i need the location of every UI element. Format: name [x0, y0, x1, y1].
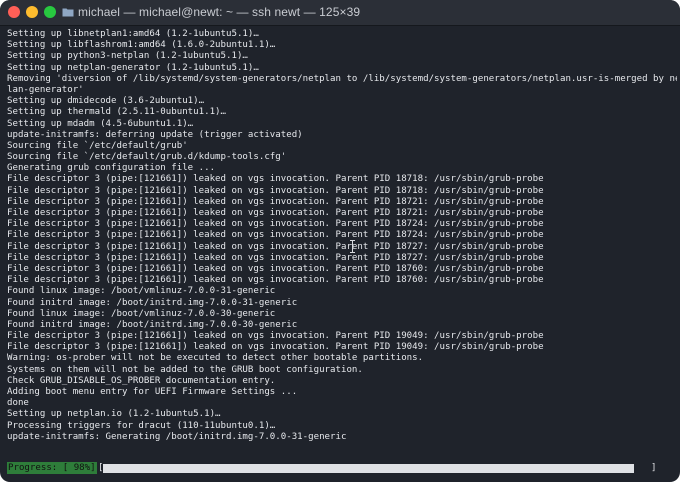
- terminal-line: update-initramfs: Generating /boot/initr…: [7, 431, 347, 442]
- terminal-line: Warning: os-prober will not be executed …: [7, 353, 424, 364]
- terminal-line: Found linux image: /boot/vmlinuz-7.0.0-3…: [7, 308, 276, 319]
- terminal-line: Processing triggers for dracut (110-11ub…: [7, 420, 276, 431]
- terminal-line: Generating grub configuration file ...: [7, 163, 216, 174]
- window-title: michael — michael@newt: ~ — ssh newt — 1…: [78, 5, 361, 19]
- terminal-line: Setting up thermald (2.5.11-0ubuntu1.1)…: [7, 107, 226, 118]
- terminal-line: File descriptor 3 (pipe:[121661]) leaked…: [7, 219, 544, 230]
- terminal-line: Setting up netplan-generator (1.2-1ubunt…: [7, 62, 259, 73]
- terminal-line: File descriptor 3 (pipe:[121661]) leaked…: [7, 196, 544, 207]
- terminal-line: File descriptor 3 (pipe:[121661]) leaked…: [7, 241, 544, 252]
- terminal-line: File descriptor 3 (pipe:[121661]) leaked…: [7, 275, 544, 286]
- terminal-line: File descriptor 3 (pipe:[121661]) leaked…: [7, 263, 544, 274]
- terminal-line: Setting up libnetplan1:amd64 (1.2-1ubunt…: [7, 29, 259, 39]
- progress-close-bracket: ]: [651, 463, 657, 473]
- terminal-line: lan-generator': [7, 84, 84, 95]
- terminal-line: Setting up mdadm (4.5-6ubuntu1.1)…: [7, 118, 194, 129]
- terminal-line: Adding boot menu entry for UEFI Firmware…: [7, 387, 298, 397]
- terminal-line: Setting up python3-netplan (1.2-1ubuntu5…: [7, 51, 248, 62]
- terminal-line: Sourcing file `/etc/default/grub': [7, 140, 188, 151]
- terminal-line: update-initramfs: deferring update (trig…: [7, 129, 303, 140]
- terminal-line: File descriptor 3 (pipe:[121661]) leaked…: [7, 342, 544, 353]
- folder-icon: [62, 8, 74, 17]
- terminal-output[interactable]: Setting up libnetplan1:amd64 (1.2-1ubunt…: [7, 29, 677, 459]
- terminal-line: File descriptor 3 (pipe:[121661]) leaked…: [7, 208, 544, 218]
- terminal-line: done: [7, 398, 29, 409]
- terminal-line: File descriptor 3 (pipe:[121661]) leaked…: [7, 174, 544, 185]
- terminal-line: Removing 'diversion of /lib/systemd/syst…: [7, 73, 677, 84]
- terminal-line: Found linux image: /boot/vmlinuz-7.0.0-3…: [7, 286, 276, 297]
- terminal-line: File descriptor 3 (pipe:[121661]) leaked…: [7, 230, 544, 241]
- terminal-line: File descriptor 3 (pipe:[121661]) leaked…: [7, 252, 544, 263]
- i-beam-cursor-icon: [350, 240, 355, 253]
- terminal-line: Check GRUB_DISABLE_OS_PROBER documentati…: [7, 375, 276, 386]
- minimize-window-button[interactable]: [26, 6, 38, 18]
- terminal-line: File descriptor 3 (pipe:[121661]) leaked…: [7, 331, 544, 342]
- zoom-window-button[interactable]: [44, 6, 56, 18]
- progress-bar: [103, 464, 645, 473]
- terminal-line: Setting up dmidecode (3.6-2ubuntu1)…: [7, 96, 205, 107]
- title-bar[interactable]: michael — michael@newt: ~ — ssh newt — 1…: [0, 0, 680, 26]
- terminal-window: michael — michael@newt: ~ — ssh newt — 1…: [0, 0, 680, 482]
- terminal-line: Sourcing file `/etc/default/grub.d/kdump…: [7, 152, 287, 163]
- progress-label: Progress: [ 98%]: [7, 462, 97, 474]
- terminal-line: Setting up libflashrom1:amd64 (1.6.0-2ub…: [7, 40, 276, 51]
- terminal-line: Setting up netplan.io (1.2-1ubuntu5.1)…: [7, 409, 221, 420]
- terminal-line: Found initrd image: /boot/initrd.img-7.0…: [7, 297, 298, 308]
- terminal-line: Found initrd image: /boot/initrd.img-7.0…: [7, 319, 298, 330]
- progress-row: Progress: [ 98%] [ ]: [7, 462, 673, 474]
- progress-bar-fill: [103, 464, 635, 473]
- close-window-button[interactable]: [8, 6, 20, 18]
- terminal-line: Systems on them will not be added to the…: [7, 364, 363, 375]
- terminal-line: File descriptor 3 (pipe:[121661]) leaked…: [7, 185, 544, 196]
